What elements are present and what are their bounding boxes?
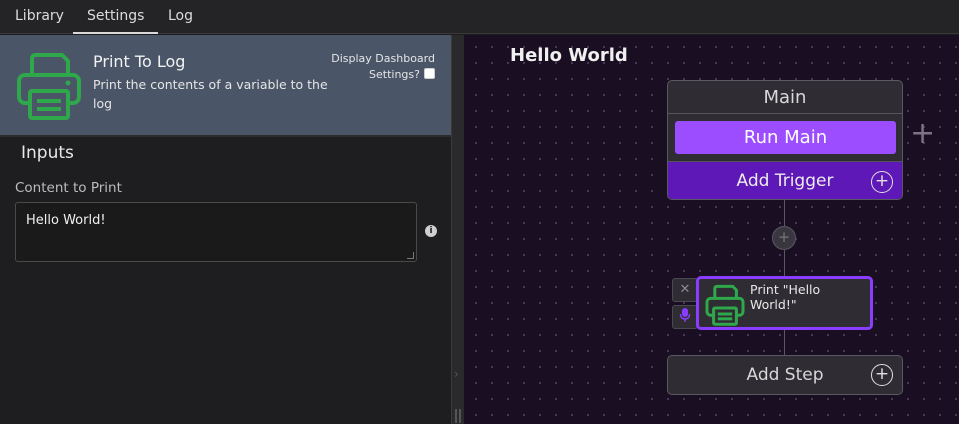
content-to-print-label: Content to Print: [15, 180, 122, 196]
tab-bar: Library Settings Log: [0, 0, 959, 34]
add-function-plus-icon[interactable]: +: [910, 119, 935, 149]
add-trigger-label: Add Trigger: [736, 171, 834, 191]
insert-step-plus-icon[interactable]: +: [772, 226, 796, 250]
add-trigger-button[interactable]: Add Trigger +: [668, 161, 902, 199]
flow-title: Hello World: [510, 45, 628, 66]
tab-log[interactable]: Log: [168, 0, 193, 34]
tab-library[interactable]: Library: [15, 0, 64, 34]
connector-line: [784, 250, 785, 276]
close-icon[interactable]: ✕: [672, 278, 698, 302]
inputs-heading: Inputs: [21, 143, 74, 163]
dashboard-settings-checkbox[interactable]: [424, 68, 435, 79]
action-description: Print the contents of a variable to the …: [93, 77, 328, 111]
info-icon[interactable]: i: [425, 225, 437, 237]
content-to-print-input[interactable]: Hello World!: [15, 202, 417, 262]
printer-icon: [705, 284, 745, 326]
tab-settings[interactable]: Settings: [73, 0, 159, 34]
action-title: Print To Log: [93, 52, 186, 71]
dashboard-settings-label: Display Dashboard Settings?: [331, 52, 435, 81]
settings-panel: Print To Log Print the contents of a var…: [0, 35, 451, 424]
add-step-plus-icon[interactable]: +: [871, 364, 893, 386]
connector-line: [784, 330, 785, 355]
resize-handle[interactable]: [407, 252, 414, 259]
microphone-icon[interactable]: [672, 305, 698, 329]
print-step-label: Print "Hello World!": [750, 282, 821, 312]
print-step-node[interactable]: Print "Hello World!": [696, 276, 873, 330]
drag-handle-icon[interactable]: [455, 409, 461, 423]
connector-line: [784, 200, 785, 226]
main-node-title: Main: [668, 81, 902, 114]
main-node: Main Run Main Add Trigger +: [667, 80, 903, 200]
flow-canvas[interactable]: Hello World Main Run Main Add Trigger + …: [464, 35, 959, 424]
dashboard-settings-toggle[interactable]: Display Dashboard Settings?: [325, 51, 435, 83]
content-to-print-value: Hello World!: [26, 213, 106, 228]
add-step-label: Add Step: [746, 365, 824, 385]
add-trigger-plus-icon[interactable]: +: [871, 171, 893, 193]
printer-icon: [17, 53, 81, 120]
action-header: Print To Log Print the contents of a var…: [0, 35, 451, 137]
run-main-button[interactable]: Run Main: [675, 121, 896, 154]
panel-splitter[interactable]: ›: [451, 35, 464, 424]
chevron-right-icon[interactable]: ›: [454, 367, 459, 381]
add-step-button[interactable]: Add Step +: [667, 355, 903, 395]
